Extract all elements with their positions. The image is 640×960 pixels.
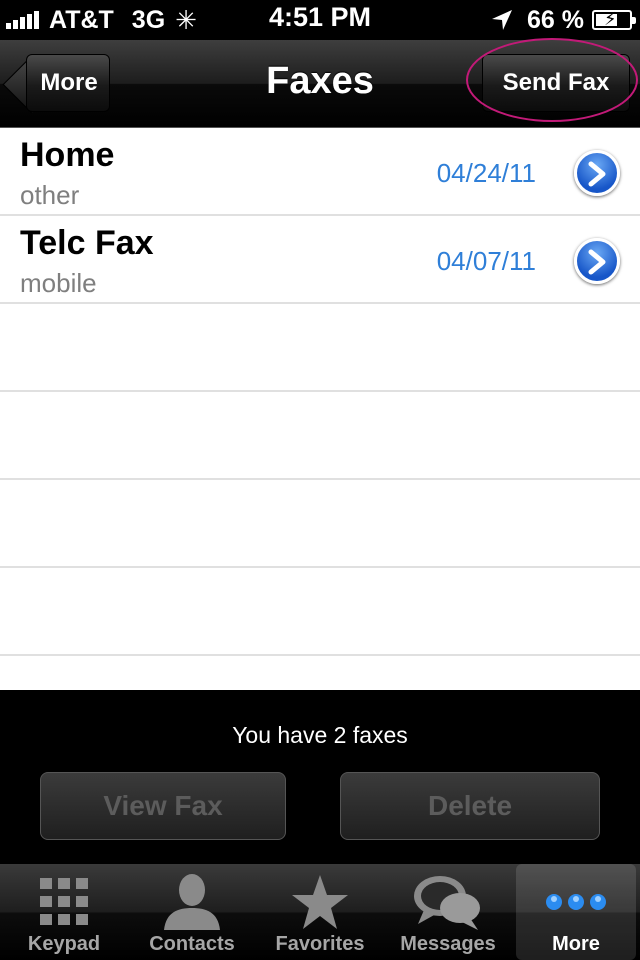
empty-row bbox=[0, 568, 640, 656]
tab-label: More bbox=[552, 933, 600, 955]
messages-icon bbox=[384, 872, 512, 932]
fax-list: Home other 04/24/11 Telc Fax mobile 04/0… bbox=[0, 128, 640, 690]
tab-contacts[interactable]: Contacts bbox=[128, 864, 256, 960]
more-icon bbox=[516, 872, 636, 932]
empty-row bbox=[0, 480, 640, 568]
fax-type: mobile bbox=[20, 268, 97, 298]
fax-name: Telc Fax bbox=[20, 224, 154, 262]
fax-date: 04/07/11 bbox=[436, 246, 536, 276]
delete-button[interactable]: Delete bbox=[340, 772, 600, 840]
empty-row bbox=[0, 392, 640, 480]
disclosure-chevron-icon[interactable] bbox=[574, 150, 620, 196]
tab-favorites[interactable]: Favorites bbox=[256, 864, 384, 960]
status-bar: AT&T 3G ✳ 4:51 PM 66 % ⚡ bbox=[0, 0, 640, 40]
fax-count-text: You have 2 faxes bbox=[232, 722, 408, 748]
fax-toolbar: You have 2 faxes View Fax Delete bbox=[0, 690, 640, 864]
tab-label: Favorites bbox=[275, 933, 365, 955]
battery-percent: 66 % bbox=[527, 5, 584, 34]
tab-bar: Keypad Contacts Favorites Messages More bbox=[0, 864, 640, 960]
tab-label: Keypad bbox=[27, 933, 101, 955]
keypad-icon bbox=[0, 872, 128, 932]
fax-row-home[interactable]: Home other 04/24/11 bbox=[0, 128, 640, 216]
contacts-icon bbox=[128, 872, 256, 932]
fax-name: Home bbox=[20, 136, 115, 174]
location-arrow-icon bbox=[491, 9, 527, 31]
disclosure-chevron-icon[interactable] bbox=[574, 238, 620, 284]
tab-label: Contacts bbox=[149, 933, 235, 955]
battery-icon: ⚡ bbox=[592, 9, 636, 30]
tab-keypad[interactable]: Keypad bbox=[0, 864, 128, 960]
tab-more[interactable]: More bbox=[516, 864, 636, 960]
tab-label: Messages bbox=[400, 933, 496, 955]
fax-date: 04/24/11 bbox=[436, 158, 536, 188]
empty-row bbox=[0, 304, 640, 392]
tab-messages[interactable]: Messages bbox=[384, 864, 512, 960]
fax-type: other bbox=[20, 180, 80, 210]
highlight-annotation bbox=[466, 38, 638, 122]
fax-row-telc[interactable]: Telc Fax mobile 04/07/11 bbox=[0, 216, 640, 304]
view-fax-button[interactable]: View Fax bbox=[40, 772, 286, 840]
star-icon bbox=[256, 872, 384, 932]
